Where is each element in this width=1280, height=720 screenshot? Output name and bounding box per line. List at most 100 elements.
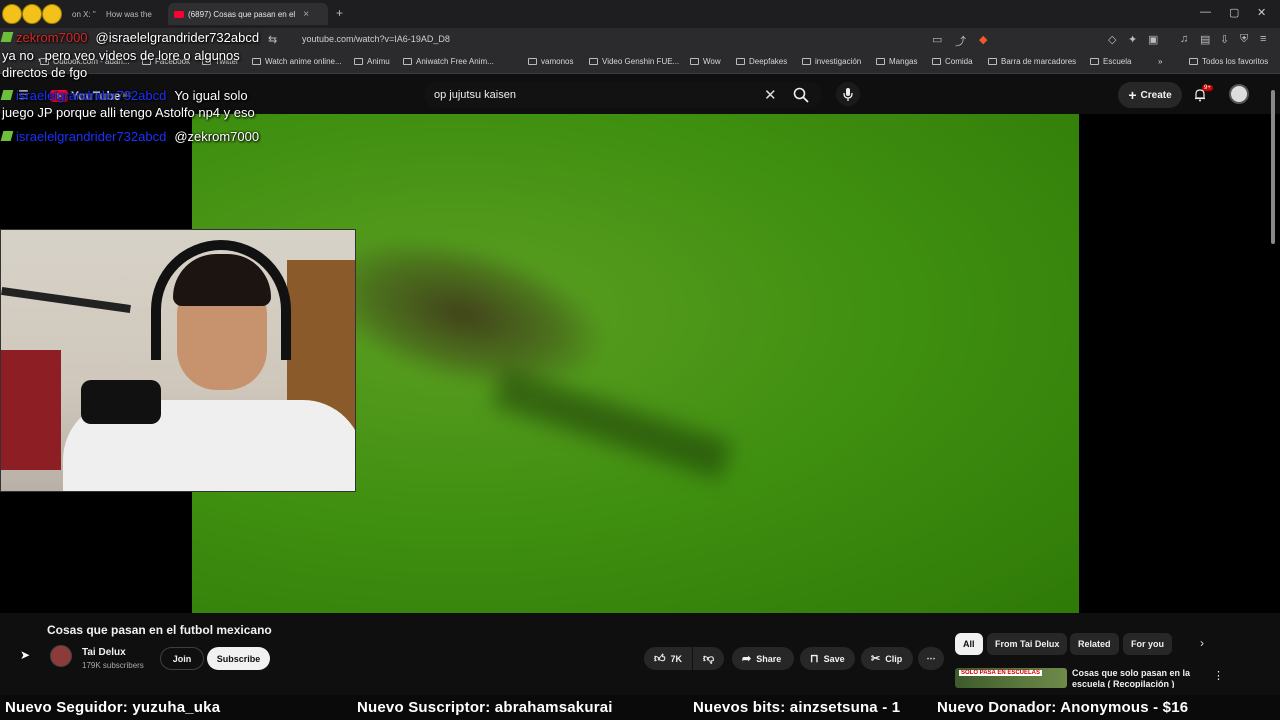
thumbs-down-icon: 👎︎ bbox=[703, 653, 715, 665]
bookmark-folder[interactable]: Mangas bbox=[876, 57, 917, 66]
share-arrow-icon: ➦ bbox=[742, 653, 752, 665]
chip-for-you[interactable]: For you bbox=[1123, 633, 1172, 655]
minimize-icon[interactable]: — bbox=[1200, 6, 1211, 18]
chat-text: ya no , pero veo videos de lore o alguno… bbox=[2, 48, 240, 63]
chat-message: juego JP porque alli tengo Astolfo np4 y… bbox=[2, 105, 255, 121]
recommendation-menu-icon[interactable]: ⋮ bbox=[1213, 669, 1224, 682]
chevron-right-icon[interactable]: › bbox=[1200, 636, 1204, 650]
browser-tab-active[interactable]: (6897) Cosas que pasan en el × bbox=[168, 3, 328, 25]
cast-icon[interactable]: ▭ bbox=[932, 33, 942, 46]
bookmark-folder[interactable]: Escuela bbox=[1090, 57, 1131, 66]
chat-username: israelelgrandrider732abcd bbox=[16, 88, 167, 103]
create-button[interactable]: + Create bbox=[1118, 82, 1182, 108]
voice-search-button[interactable] bbox=[836, 82, 860, 106]
chat-badge-icon bbox=[0, 131, 14, 141]
site-settings-icon[interactable]: ⇆ bbox=[268, 33, 277, 46]
download-icon[interactable]: ⇩ bbox=[1220, 33, 1229, 46]
chat-badge-icon bbox=[0, 32, 14, 42]
maximize-icon[interactable]: ▢ bbox=[1229, 6, 1239, 19]
puzzle-icon[interactable]: ✦ bbox=[1128, 33, 1137, 46]
subscribe-button[interactable]: Subscribe bbox=[207, 647, 270, 670]
menu-icon[interactable]: ≡ bbox=[1260, 33, 1266, 45]
browser-tab-bar: on X: " How was the (6897) Cosas que pas… bbox=[0, 0, 1280, 28]
save-button[interactable]: ⊓ Save bbox=[800, 647, 855, 670]
chip-from-channel[interactable]: From Tai Delux bbox=[987, 633, 1068, 655]
clip-button[interactable]: ✂ Clip bbox=[861, 647, 913, 670]
close-tab-icon[interactable]: × bbox=[303, 9, 309, 20]
clear-search-icon[interactable]: ✕ bbox=[764, 86, 777, 104]
chip-related[interactable]: Related bbox=[1070, 633, 1119, 655]
tab-title: (6897) Cosas que pasan en el bbox=[188, 9, 296, 19]
notification-badge: 9+ bbox=[1202, 85, 1213, 91]
webcam-chair bbox=[1, 350, 61, 470]
dislike-button[interactable]: 👎︎ bbox=[693, 647, 724, 670]
bookmark-folder[interactable]: Comida bbox=[932, 57, 973, 66]
music-icon[interactable]: ♫ bbox=[1180, 33, 1188, 45]
emoji-icon bbox=[42, 4, 62, 24]
chat-username: israelelgrandrider732abcd bbox=[16, 129, 167, 144]
more-bookmarks-icon[interactable]: » bbox=[1158, 57, 1162, 66]
vpn-icon[interactable]: ⛨ bbox=[1240, 33, 1248, 46]
bookmark-folder[interactable]: Todos los favoritos bbox=[1189, 57, 1268, 66]
thumbs-up-icon: 👍︎ bbox=[654, 653, 666, 665]
anime-site-icon bbox=[252, 58, 261, 65]
bookmark-folder[interactable]: investigación bbox=[802, 57, 861, 66]
share-button[interactable]: ➦ Share bbox=[732, 647, 794, 670]
thumbnail-text: SOLO PASA EN ESCUELAS bbox=[959, 670, 1043, 676]
brave-shield-icon[interactable]: ◆ bbox=[979, 33, 987, 46]
url-field[interactable]: youtube.com/watch?v=IA6-19AD_D8 bbox=[302, 34, 450, 44]
page-scrollbar[interactable] bbox=[1271, 90, 1275, 244]
share-page-icon[interactable]: ⤴ bbox=[955, 33, 966, 49]
chip-all[interactable]: All bbox=[955, 633, 983, 655]
globe-icon bbox=[354, 58, 363, 65]
folder-icon bbox=[1189, 58, 1198, 65]
extension-icon[interactable]: ◇ bbox=[1108, 33, 1116, 46]
bookmark-folder[interactable]: Deepfakes bbox=[736, 57, 787, 66]
chat-text: Yo igual solo bbox=[174, 88, 248, 103]
search-input[interactable]: op jujutsu kaisen ✕ bbox=[424, 82, 822, 108]
webcam-microphone bbox=[81, 380, 161, 424]
plus-icon: + bbox=[1128, 87, 1137, 103]
search-query: op jujutsu kaisen bbox=[434, 89, 516, 101]
wallet-icon[interactable]: ▤ bbox=[1200, 33, 1210, 46]
chat-message: ya no , pero veo videos de lore o alguno… bbox=[2, 48, 240, 64]
search-icon[interactable] bbox=[792, 86, 810, 104]
channel-avatar[interactable] bbox=[50, 645, 72, 667]
chat-text: @zekrom7000 bbox=[174, 129, 260, 144]
chat-text: directos de fgo bbox=[2, 65, 88, 80]
bookmark-folder[interactable]: Video Genshin FUE... bbox=[589, 57, 679, 66]
browser-tab[interactable]: on X: " bbox=[66, 3, 102, 25]
subscriber-count: 179K subscribers bbox=[82, 661, 144, 670]
bookmark-folder[interactable]: Barra de marcadores bbox=[988, 57, 1076, 66]
bookmark-item[interactable]: Aniwatch Free Anim... bbox=[403, 57, 494, 66]
stream-alerts-bar: Nuevo Seguidor: yuzuha_uka Nuevo Suscrip… bbox=[0, 695, 1280, 720]
bookmark-item[interactable]: Watch anime online... bbox=[252, 57, 342, 66]
bookmark-folder[interactable]: Wow bbox=[690, 57, 721, 66]
join-button[interactable]: Join bbox=[160, 647, 204, 670]
account-avatar[interactable] bbox=[1229, 84, 1249, 104]
chat-message: zekrom7000 @israelelgrandrider732abcd bbox=[0, 30, 259, 46]
bookmark-item[interactable]: Animu bbox=[354, 57, 390, 66]
ellipsis-icon: ⋯ bbox=[926, 653, 936, 663]
new-tab-icon[interactable]: + bbox=[336, 6, 343, 20]
browser-tab[interactable]: How was the bbox=[100, 3, 158, 25]
folder-icon bbox=[528, 58, 537, 65]
bookmark-folder[interactable]: vamonos bbox=[528, 57, 573, 66]
more-actions-button[interactable]: ⋯ bbox=[918, 647, 944, 670]
close-window-icon[interactable]: ✕ bbox=[1257, 6, 1266, 19]
channel-name[interactable]: Tai Delux bbox=[82, 647, 126, 658]
like-button[interactable]: 👍︎ 7K bbox=[644, 647, 692, 670]
microphone-icon bbox=[843, 88, 853, 101]
scissors-icon: ✂ bbox=[871, 653, 881, 665]
alert-new-follower: Nuevo Seguidor: yuzuha_uka bbox=[5, 699, 221, 716]
chat-text: juego JP porque alli tengo Astolfo np4 y… bbox=[2, 105, 255, 120]
folder-icon bbox=[589, 58, 598, 65]
recommendation-thumbnail[interactable]: SOLO PASA EN ESCUELAS bbox=[955, 668, 1067, 688]
folder-icon bbox=[876, 58, 885, 65]
emoji-icon bbox=[2, 4, 22, 24]
youtube-favicon-icon bbox=[174, 10, 184, 18]
sidebar-icon[interactable]: ▣ bbox=[1148, 33, 1158, 46]
folder-icon bbox=[736, 58, 745, 65]
mouse-cursor-icon: ➤ bbox=[20, 648, 31, 662]
recommendation-title[interactable]: Cosas que solo pasan en la escuela ( Rec… bbox=[1072, 668, 1192, 688]
